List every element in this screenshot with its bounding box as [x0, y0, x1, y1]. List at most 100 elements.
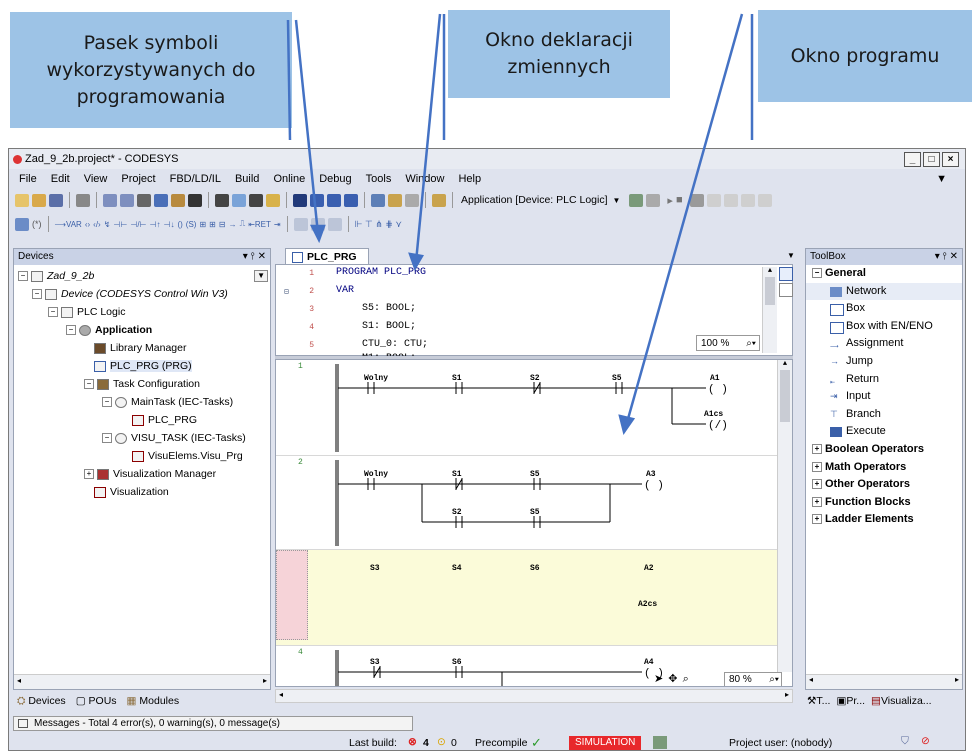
tree-item-visualization-manager[interactable]: + Visualization Manager: [14, 465, 270, 483]
textual-view-icon[interactable]: [779, 267, 793, 281]
branch-icon[interactable]: ⊩ ⊤ ⋔ ⋕ ⋎: [355, 219, 402, 230]
contact-icon[interactable]: ‹›: [85, 220, 90, 229]
tab-plc-prg[interactable]: PLC_PRG ✕: [285, 248, 369, 279]
run-icon[interactable]: ▸: [667, 194, 673, 207]
ladder-tools[interactable]: ➤ ✥ ⌕: [654, 672, 689, 686]
error-icon[interactable]: ⊗: [408, 736, 417, 748]
toolbox-item-network[interactable]: Network: [806, 282, 962, 301]
tree-item-maintask-plc-prg[interactable]: PLC_PRG: [14, 411, 270, 429]
jump-icon[interactable]: →: [229, 220, 237, 229]
box-empty-icon[interactable]: ⊟: [219, 220, 226, 229]
chevron-down-icon[interactable]: ▼: [613, 196, 621, 205]
toolbox-item-input[interactable]: ⇥ Input: [806, 388, 962, 406]
tree-item-library-manager[interactable]: Library Manager: [14, 339, 270, 357]
open-folder-icon[interactable]: [32, 193, 46, 207]
menu-edit[interactable]: Edit: [51, 173, 70, 185]
edge-icon[interactable]: [327, 217, 342, 231]
fold-icon[interactable]: ⊟: [284, 287, 289, 297]
new-file-icon[interactable]: [15, 193, 29, 207]
set-reset-icon[interactable]: [310, 217, 325, 231]
menu-help[interactable]: Help: [458, 173, 481, 185]
build-icon[interactable]: [388, 193, 402, 207]
contact-below-icon[interactable]: ⊣⊢: [113, 220, 127, 229]
menu-build[interactable]: Build: [235, 173, 259, 185]
tree-item-maintask[interactable]: − MainTask (IEC-Tasks): [14, 393, 270, 411]
save-icon[interactable]: [49, 193, 63, 207]
dropdown-icon[interactable]: ▼: [254, 270, 268, 282]
toolbox-category-function-blocks[interactable]: + Function Blocks: [806, 494, 962, 512]
delete-icon[interactable]: [188, 193, 202, 207]
label-icon[interactable]: ⎍: [240, 219, 246, 229]
ladder-vscroll[interactable]: ▲: [777, 360, 792, 672]
move-icon[interactable]: ✥: [668, 673, 677, 685]
toolbox-category-boolean[interactable]: + Boolean Operators: [806, 441, 962, 459]
insert-neg-contact-icon[interactable]: ⊣↓: [164, 220, 175, 229]
toolbox-item-branch[interactable]: ⊤ Branch: [806, 406, 962, 424]
negated-contact-icon[interactable]: ‹/›: [93, 220, 101, 229]
toolbox-category-ladder[interactable]: + Ladder Elements: [806, 511, 962, 529]
devices-hscroll[interactable]: ◂ ▸: [14, 674, 270, 689]
tree-item-visuelems[interactable]: VisuElems.Visu_Prg: [14, 447, 270, 465]
step-out-icon[interactable]: [740, 193, 755, 207]
toolbox-item-jump[interactable]: → Jump: [806, 353, 962, 371]
set-coil-icon[interactable]: (S): [186, 220, 197, 229]
stop-icon[interactable]: ■: [676, 194, 683, 206]
close-button[interactable]: ×: [942, 152, 959, 167]
menu-file[interactable]: File: [19, 173, 37, 185]
cut-icon[interactable]: [137, 193, 151, 207]
ladder-editor[interactable]: ( )(/)( )( )(/)( ) 1 2 3 4 Wolny S1 S2 S…: [275, 359, 793, 687]
simulation-mode-icon[interactable]: [653, 736, 667, 749]
tree-item-project[interactable]: − Zad_9_2b ▼: [14, 267, 270, 285]
toolbox-item-box[interactable]: Box: [806, 300, 962, 318]
grid-icon[interactable]: [432, 193, 446, 207]
toolbox-item-assignment[interactable]: ⟶ Assignment: [806, 335, 962, 353]
toolbox-item-execute[interactable]: Execute: [806, 423, 962, 441]
return-icon[interactable]: ⇤RET: [248, 220, 271, 229]
zoom-icon[interactable]: ⌕: [683, 673, 689, 685]
tab-properties[interactable]: ▣Pr...: [836, 695, 865, 707]
login-icon[interactable]: [629, 193, 644, 207]
tree-item-plc-prg[interactable]: PLC_PRG (PRG): [14, 357, 270, 375]
tree-item-task-configuration[interactable]: − Task Configuration: [14, 375, 270, 393]
tab-modules[interactable]: ▦ Modules: [127, 695, 180, 707]
declaration-vscroll[interactable]: ▲: [762, 267, 777, 353]
breakpoint-icon[interactable]: [689, 193, 704, 207]
tree-item-visu-task[interactable]: − VISU_TASK (IEC-Tasks): [14, 429, 270, 447]
redo-icon[interactable]: [120, 193, 134, 207]
shield-icon[interactable]: ⛉: [901, 735, 909, 748]
parallel-contact-icon[interactable]: ↯: [104, 220, 111, 229]
input-icon[interactable]: ⇥: [274, 220, 281, 229]
step-run-icon[interactable]: [757, 193, 772, 207]
editor-dropdown-icon[interactable]: ▼: [787, 251, 795, 260]
menu-online[interactable]: Online: [273, 173, 305, 185]
bookmark-prev-icon[interactable]: [327, 193, 341, 207]
maximize-button[interactable]: □: [923, 152, 940, 167]
toolbox-hscroll[interactable]: ◂ ▸: [806, 674, 962, 689]
tab-toolbox[interactable]: ⚒T...: [807, 695, 830, 707]
toolbox-category-general[interactable]: − General: [806, 265, 962, 283]
zoom-selector-top[interactable]: 100 % ⌕▾: [696, 335, 760, 351]
tree-item-application[interactable]: − Application: [14, 321, 270, 339]
bookmark-icon[interactable]: [293, 193, 307, 207]
print-icon[interactable]: [76, 193, 90, 207]
step-over-icon[interactable]: [706, 193, 721, 207]
simulation-badge[interactable]: SIMULATION: [569, 736, 642, 750]
tab-devices[interactable]: ⛭ Devices: [17, 695, 66, 708]
editor-hscroll[interactable]: ◂ ▸: [275, 689, 793, 703]
menu-view[interactable]: View: [84, 173, 108, 185]
coil-icon[interactable]: (): [177, 220, 182, 229]
tree-item-device[interactable]: − Device (CODESYS Control Win V3): [14, 285, 270, 303]
toolbox-category-other[interactable]: + Other Operators: [806, 476, 962, 494]
minimize-button[interactable]: _: [904, 152, 921, 167]
tab-visualization[interactable]: ▤Visualiza...: [871, 695, 932, 707]
find-icon[interactable]: [215, 193, 229, 207]
comment-icon[interactable]: (*): [32, 219, 42, 229]
toolbox-category-math[interactable]: + Math Operators: [806, 459, 962, 477]
toolbox-item-box-en-eno[interactable]: Box with EN/ENO: [806, 318, 962, 336]
menu-fbd-ld-il[interactable]: FBD/LD/IL: [170, 173, 221, 185]
assignment-icon[interactable]: ⟶VAR: [55, 220, 82, 229]
tree-item-visualization[interactable]: Visualization: [14, 483, 270, 501]
network-icon[interactable]: [15, 217, 29, 231]
replace-icon[interactable]: [232, 193, 246, 207]
warning-icon[interactable]: ⊙: [437, 736, 446, 748]
